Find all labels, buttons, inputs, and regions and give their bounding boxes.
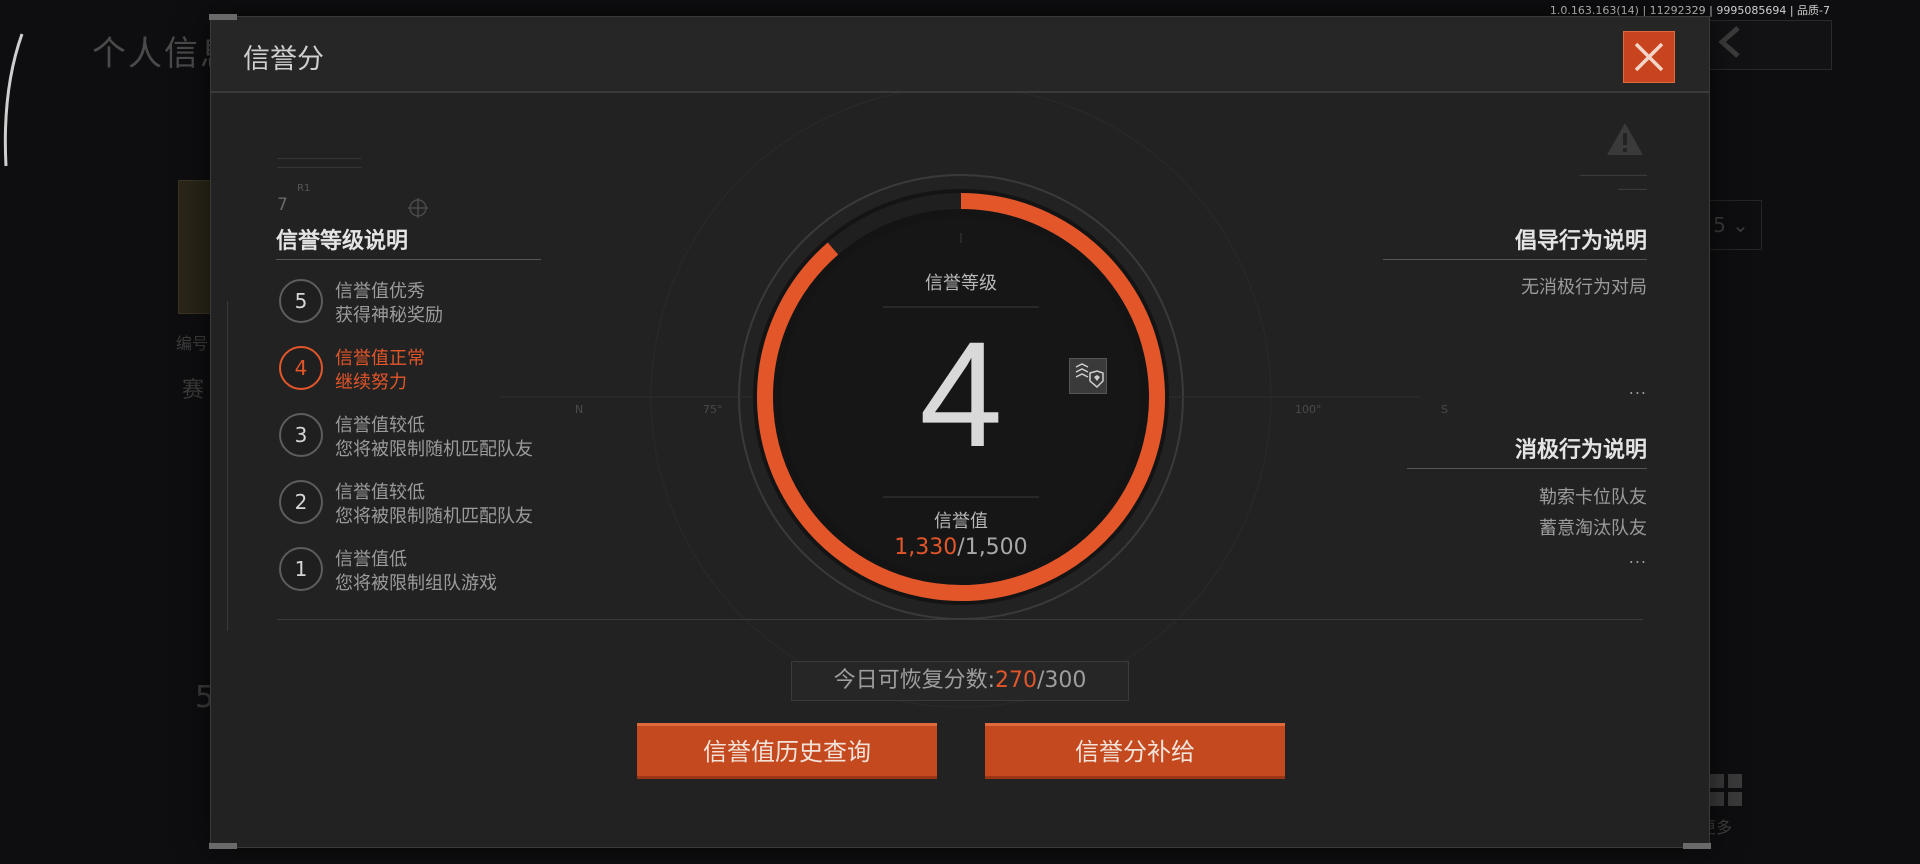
- level-description: 获得神秘奖励: [335, 305, 443, 326]
- frame-corner: [209, 843, 237, 849]
- level-description: 您将被限制随机匹配队友: [335, 439, 533, 460]
- negative-header: 消极行为说明: [1514, 438, 1647, 463]
- shield-icon: [1075, 363, 1104, 389]
- frame-corner: [209, 14, 237, 20]
- modal-body: N 75° 100° S 信誉等级 4 信誉值 1,330/1,500 ────…: [211, 93, 1709, 847]
- level-number-badge: 5: [279, 279, 323, 323]
- dropdown-value: 5: [1713, 213, 1726, 237]
- credit-value: 1,330/1,500: [861, 535, 1061, 560]
- level-description: 继续努力: [335, 372, 407, 393]
- recoverable-current: 270: [995, 668, 1037, 693]
- close-button[interactable]: [1623, 31, 1675, 83]
- level-number-badge: 1: [279, 547, 323, 591]
- level-number-badge: 4: [279, 346, 323, 390]
- level-description: 您将被限制组队游戏: [335, 573, 497, 594]
- negative-underline: [1407, 468, 1647, 469]
- level-number-badge: 2: [279, 480, 323, 524]
- negative-more[interactable]: ...: [1629, 548, 1647, 567]
- levels-header: 信誉等级说明: [276, 229, 409, 254]
- level-item-2: 2 信誉值较低 您将被限制随机匹配队友: [279, 478, 699, 534]
- level-title: 信誉值优秀: [335, 281, 425, 302]
- credit-value-label: 信誉值: [934, 511, 988, 532]
- recoverable-score-box: 今日可恢复分数:270/300: [791, 661, 1129, 701]
- compass-label: 100°: [1295, 403, 1322, 416]
- level-title: 信誉值正常: [335, 348, 425, 369]
- credit-supply-button[interactable]: 信誉分补给: [985, 723, 1285, 779]
- decorative-number: 7: [277, 195, 288, 215]
- modal-header: 信誉分: [211, 17, 1709, 93]
- warning-icon: [1607, 123, 1643, 155]
- credit-value-max: /1,500: [957, 535, 1028, 560]
- decorative-divider: [227, 301, 228, 631]
- recoverable-label: 今日可恢复分数:: [833, 668, 995, 693]
- level-title: 信誉值较低: [335, 415, 425, 436]
- crosshair-icon: [408, 198, 428, 218]
- credit-value-current: 1,330: [894, 535, 958, 560]
- background-label: 编号: [176, 334, 209, 353]
- modal-title: 信誉分: [243, 44, 324, 75]
- decorative-fine-print: ────────────── ──────: [1579, 171, 1647, 194]
- level-item-1: 1 信誉值低 您将被限制组队游戏: [279, 545, 699, 601]
- credit-score-modal: 信誉分 N 75° 100° S 信誉等级 4 信誉值 1,330/1,500 …: [209, 14, 1711, 849]
- compass-label: 75°: [703, 403, 723, 416]
- decorative-label: R1: [297, 183, 311, 194]
- rank-badge-icon[interactable]: [1069, 358, 1107, 394]
- level-item-4: 4 信誉值正常 继续努力: [279, 344, 699, 400]
- grid-icon: [1710, 774, 1742, 806]
- credit-level-value: 4: [919, 310, 1003, 478]
- section-divider: [277, 619, 1643, 620]
- negative-item: 勒索卡位队友: [1539, 487, 1647, 508]
- level-item-3: 3 信誉值较低 您将被限制随机匹配队友: [279, 411, 699, 467]
- compass-label: S: [1441, 403, 1448, 416]
- decorative-fine-print: ──────────────────── ────────────────────: [277, 155, 362, 172]
- encouraged-more[interactable]: ...: [1629, 379, 1647, 398]
- level-title: 信誉值较低: [335, 482, 425, 503]
- level-description: 您将被限制随机匹配队友: [335, 506, 533, 527]
- history-query-button[interactable]: 信誉值历史查询: [637, 723, 937, 779]
- close-icon: [1634, 42, 1664, 72]
- encouraged-underline: [1383, 259, 1647, 260]
- encouraged-item: 无消极行为对局: [1521, 277, 1647, 298]
- background-label: 赛: [182, 378, 205, 403]
- levels-underline: [276, 259, 541, 260]
- level-item-5: 5 信誉值优秀 获得神秘奖励: [279, 277, 699, 333]
- back-chevron-icon: [1718, 26, 1740, 58]
- encouraged-header: 倡导行为说明: [1514, 229, 1647, 254]
- level-title: 信誉值低: [335, 549, 407, 570]
- edge-swipe-indicator: [3, 33, 24, 167]
- credit-level-label: 信誉等级: [925, 273, 997, 294]
- frame-corner: [1683, 843, 1711, 849]
- level-number-badge: 3: [279, 413, 323, 457]
- negative-item: 蓄意淘汰队友: [1539, 518, 1647, 539]
- recoverable-max: /300: [1037, 668, 1087, 693]
